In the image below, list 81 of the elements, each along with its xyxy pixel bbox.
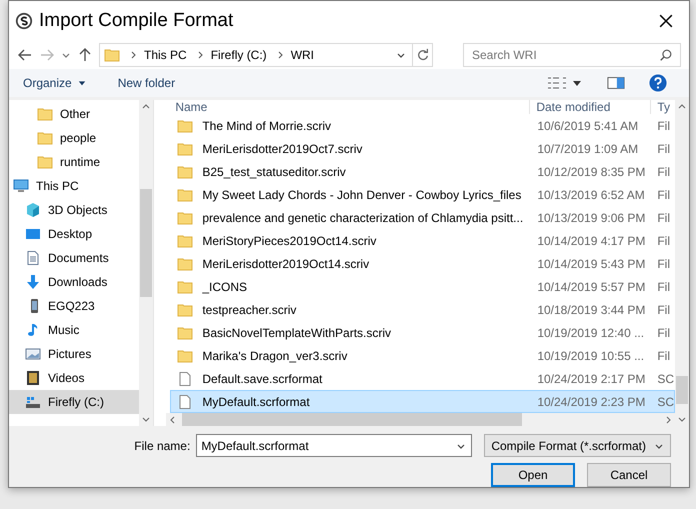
date-cell-text: 10/7/2019 1:09 AM <box>536 142 640 156</box>
date-cell-text: 10/19/2019 12:40 ... <box>536 326 646 340</box>
type-cell-text: Fil <box>656 326 670 340</box>
tree-item[interactable]: 3D Objects <box>9 198 140 222</box>
file-row[interactable]: _ICONS 10/14/2019 5:57 PM Fil <box>170 275 675 298</box>
column-header[interactable]: Date modified <box>530 100 652 114</box>
type-cell-text: SC <box>656 394 674 408</box>
file-name: MeriLerisdotter2019Oct14.scriv <box>202 256 370 270</box>
date-cell-text: 10/12/2019 8:35 PM <box>536 164 646 178</box>
file-name: Marika's Dragon_ver3.scriv <box>202 348 348 362</box>
breadcrumb[interactable]: WRI <box>290 48 314 62</box>
organize-button[interactable]: Organize <box>19 74 90 92</box>
file-row[interactable]: MeriLerisdotter2019Oct7.scriv 10/7/2019 1:09 AM Fil <box>170 137 675 160</box>
date-cell-text: 10/14/2019 5:43 PM <box>536 256 646 270</box>
file-name: My Sweet Lady Chords - John Denver - Cowboy Lyrics_files <box>202 188 522 202</box>
file-name: BasicNovelTemplateWithParts.scriv <box>202 326 392 340</box>
tree-item[interactable]: Documents <box>9 246 140 270</box>
file-row[interactable]: Marika's Dragon_ver3.scriv 10/19/2019 10:55 ... Fil <box>170 344 675 367</box>
file-name: MeriStoryPieces2019Oct14.scriv <box>202 234 376 248</box>
tree-item[interactable]: Downloads <box>9 270 140 294</box>
type-cell-text: Fil <box>656 302 670 316</box>
address-bar[interactable]: This PC Firefly (C:) WRI <box>99 43 413 67</box>
date-cell-text: 10/24/2019 2:23 PM <box>536 394 646 408</box>
type-cell-text: Fil <box>656 142 670 156</box>
tree-item[interactable]: Other <box>9 102 140 126</box>
file-name: prevalence and genetic characterization of Chlamydia psitt... <box>202 210 524 224</box>
column-header[interactable]: Name <box>166 100 530 114</box>
breadcrumb[interactable]: Firefly (C:) <box>210 48 267 62</box>
column-header[interactable]: Ty <box>651 100 670 114</box>
file-row[interactable]: MyDefault.scrformat 10/24/2019 2:23 PM SC <box>170 390 675 413</box>
tree-item[interactable]: Desktop <box>9 222 140 246</box>
type-cell-text: Fil <box>656 210 670 224</box>
breadcrumb[interactable]: This PC <box>144 48 187 62</box>
file-name: testpreacher.scriv <box>202 302 296 316</box>
date-cell-text: 10/18/2019 3:44 PM <box>536 302 646 316</box>
open-button[interactable]: Open <box>491 463 575 487</box>
type-cell-text: Fil <box>656 348 670 362</box>
search-field[interactable]: Search WRI <box>463 43 681 67</box>
file-name: Default.save.scrformat <box>202 372 322 386</box>
tree-item[interactable]: Videos <box>9 366 140 390</box>
file-row[interactable]: BasicNovelTemplateWithParts.scriv 10/19/2019 12:40 ... Fil <box>170 321 675 344</box>
tree-item[interactable]: This PC <box>9 174 140 198</box>
type-cell-text: Fil <box>656 188 670 202</box>
file-row[interactable]: My Sweet Lady Chords - John Denver - Cowboy Lyrics_files 10/13/2019 6:52 AM Fil <box>170 183 675 206</box>
date-cell-text: 10/14/2019 4:17 PM <box>536 234 646 248</box>
file-name: _ICONS <box>202 280 248 294</box>
file-name: MyDefault.scrformat <box>202 394 310 408</box>
file-name: MeriLerisdotter2019Oct7.scriv <box>202 142 362 156</box>
tree-item[interactable]: Firefly (C:) <box>9 390 140 414</box>
file-type-dropdown[interactable]: Compile Format (*.scrformat) <box>484 434 671 457</box>
type-cell-text: Fil <box>656 164 670 178</box>
file-row[interactable]: Default.save.scrformat 10/24/2019 2:17 PM SC <box>170 367 675 390</box>
date-cell-text: 10/24/2019 2:17 PM <box>536 372 646 386</box>
tree-item[interactable]: Music <box>9 318 140 342</box>
type-cell-text: SC <box>656 372 674 386</box>
tree-item[interactable]: runtime <box>9 150 140 174</box>
file-row[interactable]: MeriStoryPieces2019Oct14.scriv 10/14/2019 4:17 PM Fil <box>170 229 675 252</box>
window-title: Import Compile Format <box>39 10 234 32</box>
date-cell-text: 10/13/2019 9:06 PM <box>536 210 646 224</box>
type-cell-text: Fil <box>656 280 670 294</box>
file-row[interactable]: MeriLerisdotter2019Oct14.scriv 10/14/2019 5:43 PM Fil <box>170 252 675 275</box>
file-name-label: File name: <box>134 438 190 452</box>
file-row[interactable]: prevalence and genetic characterization of Chlamydia psitt... 10/13/2019 9:06 PM Fil <box>170 206 675 229</box>
file-row[interactable]: testpreacher.scriv 10/18/2019 3:44 PM Fil <box>170 298 675 321</box>
file-row[interactable]: B25_test_statuseditor.scriv 10/12/2019 8:35 PM Fil <box>170 160 675 183</box>
date-cell-text: 10/6/2019 5:41 AM <box>536 118 640 132</box>
cancel-button[interactable]: Cancel <box>587 463 671 487</box>
file-name-field[interactable]: MyDefault.scrformat <box>196 434 472 457</box>
file-name: B25_test_statuseditor.scriv <box>202 164 346 178</box>
date-cell-text: 10/14/2019 5:57 PM <box>536 280 646 294</box>
file-name: The Mind of Morrie.scriv <box>202 118 332 132</box>
new-folder-button[interactable]: New folder <box>114 74 180 92</box>
file-row[interactable]: The Mind of Morrie.scriv 10/6/2019 5:41 AM Fil <box>170 114 675 137</box>
tree-item[interactable]: EGQ223 <box>9 294 140 318</box>
tree-item[interactable]: Pictures <box>9 342 140 366</box>
type-cell-text: Fil <box>656 256 670 270</box>
type-cell-text: Fil <box>656 118 670 132</box>
type-cell-text: Fil <box>656 234 670 248</box>
date-cell-text: 10/13/2019 6:52 AM <box>536 188 646 202</box>
date-cell-text: 10/19/2019 10:55 ... <box>536 348 646 362</box>
tree-item[interactable]: people <box>9 126 140 150</box>
